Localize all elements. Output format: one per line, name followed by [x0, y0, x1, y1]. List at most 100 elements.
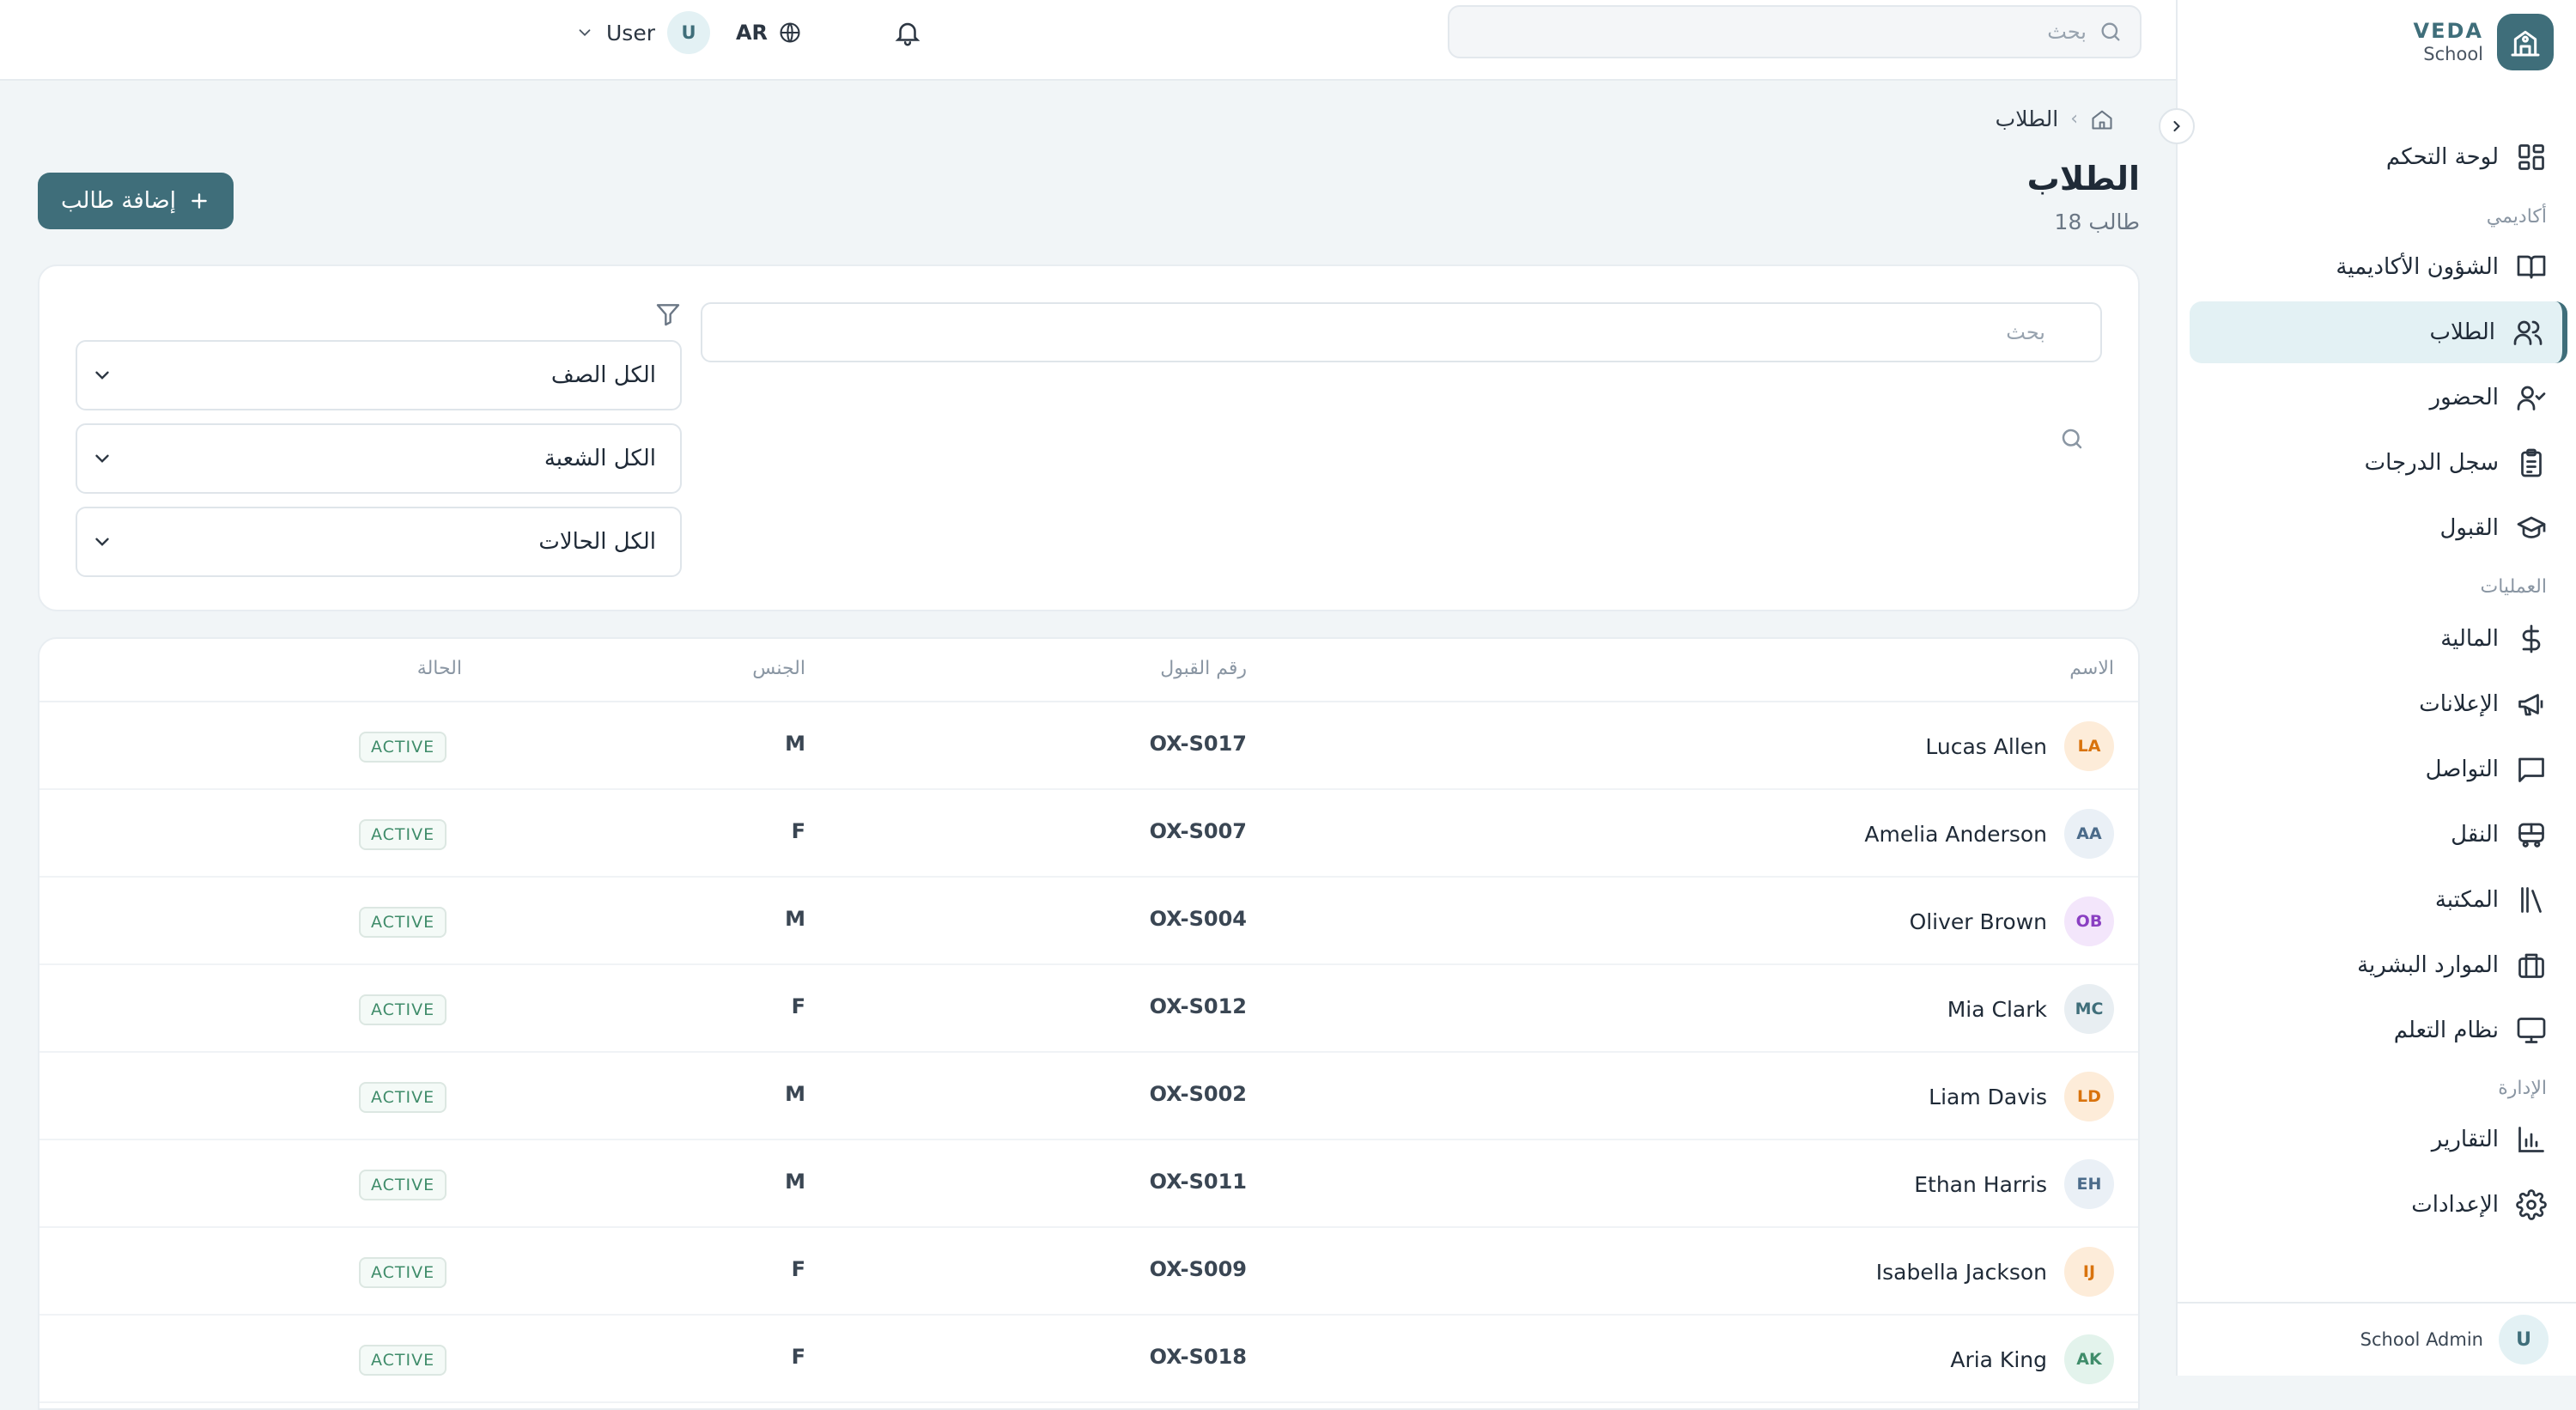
admission-number: OX-S012 — [1149, 994, 1247, 1018]
search-icon — [2099, 20, 2123, 44]
user-check-icon — [2516, 382, 2547, 413]
student-name[interactable]: Amelia Anderson — [1864, 822, 2047, 847]
breadcrumb-chevron-icon: ‹ — [2070, 108, 2078, 130]
bell-icon[interactable] — [893, 18, 922, 47]
student-name[interactable]: Oliver Brown — [1910, 909, 2047, 934]
globe-icon — [778, 21, 802, 45]
message-icon — [2516, 754, 2547, 785]
sidebar-item-admissions[interactable]: القبول — [2188, 497, 2566, 559]
sidebar-item-attendance[interactable]: الحضور — [2188, 367, 2566, 428]
avatar: AK — [2064, 1334, 2114, 1384]
sidebar-item-label: الشؤون الأكاديمية — [2336, 254, 2499, 280]
chevron-down-icon — [575, 23, 594, 42]
add-student-label: إضافة طالب — [61, 188, 176, 214]
column-header-admission[interactable]: رقم القبول — [1127, 658, 1247, 679]
table-row[interactable]: EH Ethan Harris OX-S011 M ACTIVE — [39, 1140, 2138, 1228]
sidebar-item-finance[interactable]: المالية — [2188, 608, 2566, 670]
briefcase-icon — [2516, 950, 2547, 981]
sidebar-item-label: الموارد البشرية — [2357, 952, 2499, 978]
sidebar-item-label: الحضور — [2429, 385, 2499, 410]
sidebar-item-library[interactable]: المكتبة — [2188, 869, 2566, 931]
add-student-button[interactable]: إضافة طالب — [38, 173, 234, 229]
admission-number: OX-S017 — [1149, 732, 1247, 756]
column-header-status[interactable]: الحالة — [376, 658, 462, 679]
sidebar-item-students[interactable]: الطلاب — [2190, 301, 2567, 363]
status-badge: ACTIVE — [359, 1170, 447, 1200]
table-row[interactable]: OB Oliver Brown OX-S004 M ACTIVE — [39, 878, 2138, 965]
brand[interactable]: VEDA School — [2414, 12, 2554, 72]
sidebar-item-transport[interactable]: النقل — [2188, 804, 2566, 866]
student-cell: LA Lucas Allen — [1925, 721, 2114, 771]
sidebar-item-communication[interactable]: التواصل — [2188, 738, 2566, 800]
status-badge: ACTIVE — [359, 1345, 447, 1376]
sidebar-item-settings[interactable]: الإعدادات — [2188, 1174, 2566, 1236]
table-row[interactable]: AK Aria King OX-S018 F ACTIVE — [39, 1316, 2138, 1403]
column-header-gender[interactable]: الجنس — [720, 658, 805, 679]
sidebar-item-hr[interactable]: الموارد البشرية — [2188, 934, 2566, 996]
student-name[interactable]: Aria King — [1950, 1347, 2047, 1372]
users-icon — [2512, 317, 2543, 348]
gender: F — [791, 1257, 805, 1281]
gender: M — [785, 1082, 805, 1106]
section-select[interactable]: الكل الشعبة — [76, 423, 682, 494]
sidebar-item-dashboard[interactable]: لوحة التحكم — [2188, 126, 2566, 188]
page-title: الطلاب — [2026, 160, 2140, 198]
search-icon — [2059, 426, 2085, 452]
sidebar-item-reports[interactable]: التقارير — [2188, 1109, 2566, 1170]
sidebar-item-academics[interactable]: الشؤون الأكاديمية — [2188, 236, 2566, 298]
sidebar-item-announcements[interactable]: الإعلانات — [2188, 673, 2566, 735]
status-badge: ACTIVE — [359, 907, 447, 938]
sidebar-item-label: التواصل — [2425, 757, 2499, 782]
book-icon — [2516, 252, 2547, 283]
section-label-admin: الإدارة — [2498, 1078, 2547, 1099]
language-code: AR — [735, 21, 769, 45]
student-name[interactable]: Liam Davis — [1929, 1085, 2047, 1109]
dashboard-icon — [2516, 142, 2547, 173]
sidebar-user-name: School Admin — [2360, 1329, 2483, 1350]
student-name[interactable]: Lucas Allen — [1925, 734, 2047, 759]
sidebar-item-label: التقارير — [2431, 1127, 2499, 1152]
school-logo-icon — [2497, 14, 2554, 70]
avatar: MC — [2064, 984, 2114, 1034]
global-search[interactable] — [1448, 5, 2142, 58]
user-menu[interactable]: User U — [575, 11, 710, 54]
filter-icon[interactable] — [654, 301, 682, 328]
language-switcher[interactable]: AR — [736, 21, 802, 45]
table-row[interactable]: IJ Isabella Jackson OX-S009 F ACTIVE — [39, 1228, 2138, 1316]
chart-icon — [2516, 1124, 2547, 1155]
table-row[interactable]: LD Liam Davis OX-S002 M ACTIVE — [39, 1053, 2138, 1140]
gender: M — [785, 1170, 805, 1194]
class-select[interactable]: الكل الصف — [76, 340, 682, 410]
avatar: U — [666, 11, 710, 54]
column-header-name[interactable]: الاسم — [2069, 658, 2114, 679]
gear-icon — [2516, 1189, 2547, 1220]
home-icon[interactable] — [2090, 107, 2114, 131]
student-cell: AA Amelia Anderson — [1864, 809, 2114, 859]
student-name[interactable]: Ethan Harris — [1914, 1172, 2047, 1197]
sidebar-item-label: النقل — [2451, 822, 2499, 848]
chevron-down-icon — [91, 364, 113, 386]
table-row[interactable]: AA Amelia Anderson OX-S007 F ACTIVE — [39, 790, 2138, 878]
student-cell: LD Liam Davis — [1929, 1072, 2114, 1121]
sidebar-item-lms[interactable]: نظام التعلم — [2188, 1000, 2566, 1061]
student-name[interactable]: Mia Clark — [1947, 997, 2047, 1022]
student-search-input[interactable] — [702, 320, 2045, 344]
chevron-down-icon — [91, 447, 113, 470]
global-search-input[interactable] — [1485, 20, 2087, 44]
table-row[interactable]: MC Mia Clark OX-S012 F ACTIVE — [39, 965, 2138, 1053]
bus-icon — [2516, 819, 2547, 850]
sidebar-collapse-button[interactable] — [2159, 108, 2195, 144]
chevron-down-icon — [91, 531, 113, 553]
user-name: User — [606, 20, 655, 46]
dollar-icon — [2516, 623, 2547, 654]
status-badge: ACTIVE — [359, 1257, 447, 1288]
sidebar-user[interactable]: U School Admin — [2176, 1302, 2576, 1376]
gender: F — [791, 994, 805, 1018]
status-select[interactable]: الكل الحالات — [76, 507, 682, 577]
table-row[interactable]: LA Lucas Allen OX-S017 M ACTIVE — [39, 702, 2138, 790]
student-name[interactable]: Isabella Jackson — [1876, 1260, 2047, 1285]
sidebar-item-label: لوحة التحكم — [2385, 144, 2499, 170]
sidebar-item-gradebook[interactable]: سجل الدرجات — [2188, 432, 2566, 494]
student-search[interactable] — [701, 302, 2102, 362]
student-cell: MC Mia Clark — [1947, 984, 2114, 1034]
